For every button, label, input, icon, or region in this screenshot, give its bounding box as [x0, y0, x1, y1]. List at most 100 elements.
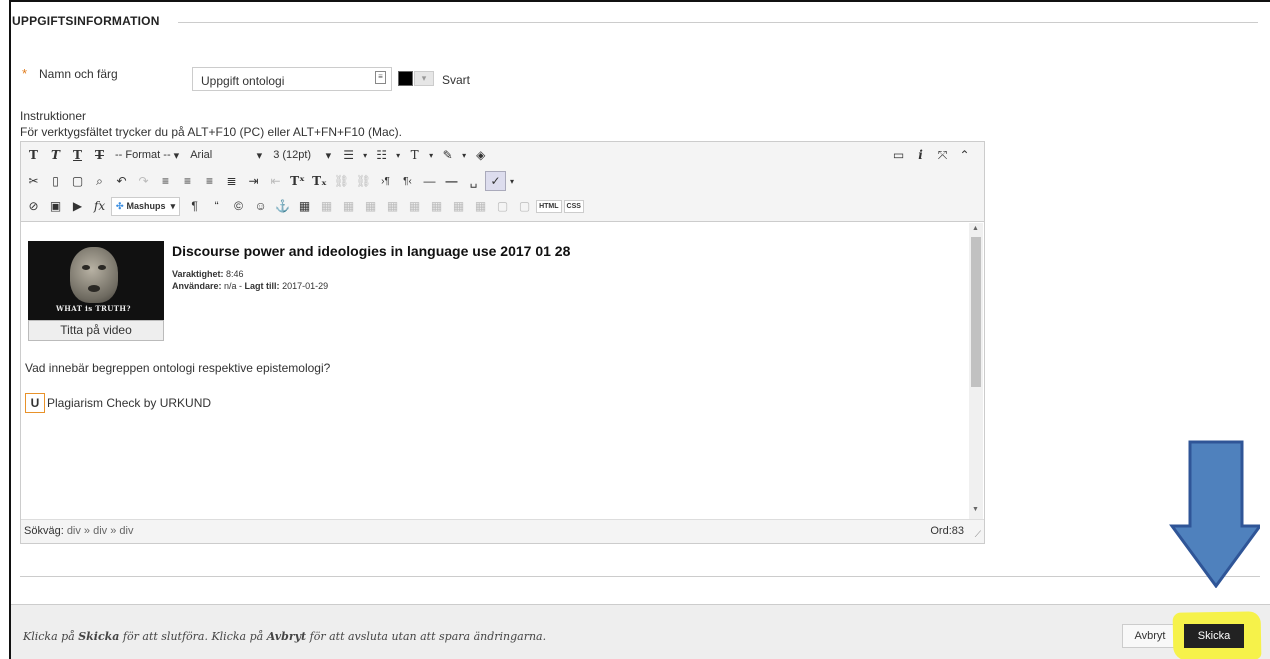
math-icon[interactable]: fx [89, 196, 110, 216]
attach-icon[interactable]: ⊘ [23, 196, 44, 216]
name-input[interactable]: Uppgift ontologi [192, 67, 392, 91]
video-thumbnail[interactable]: WHAT is TRUTH? [28, 241, 164, 320]
table-row-after-icon[interactable]: ▦ [338, 196, 359, 216]
scroll-up-icon[interactable]: ▲ [972, 225, 979, 232]
image-icon[interactable]: ▣ [45, 196, 66, 216]
table-col-after-icon[interactable]: ▦ [404, 196, 425, 216]
cancel-button[interactable]: Avbryt [1122, 624, 1178, 648]
question-text: Vad innebär begreppen ontologi respektiv… [25, 361, 331, 375]
color-dropdown-icon[interactable]: ▾ [414, 71, 434, 86]
rich-text-editor[interactable]: T T T T -- Format -- ▾ Arial ▾ 3 (12pt) ▾ … [20, 141, 985, 544]
rtl-icon[interactable]: ¶‹ [397, 171, 418, 191]
eraser-icon[interactable]: ◈ [470, 145, 491, 165]
video-duration: Varaktighet: 8:46 [172, 269, 244, 279]
info-icon[interactable]: i [910, 145, 931, 165]
text-color-dropdown-icon[interactable]: ▾ [426, 145, 436, 165]
thumbnail-caption: WHAT is TRUTH? [56, 304, 131, 313]
redo-icon[interactable]: ↷ [133, 171, 154, 191]
numbered-list-icon[interactable]: ☷ [371, 145, 392, 165]
word-count: Ord:83 [930, 525, 964, 537]
horizontal-rule-icon[interactable]: — [419, 171, 440, 191]
table-merge-icon[interactable]: ▦ [470, 196, 491, 216]
submit-footer: Klicka på Skicka för att slutföra. Klick… [11, 604, 1270, 659]
font-select[interactable]: Arial ▾ [186, 145, 267, 165]
editor-content[interactable]: WHAT is TRUTH? Titta på video Discourse … [21, 223, 969, 519]
copy-icon[interactable]: ▯ [45, 171, 66, 191]
color-swatch[interactable] [398, 71, 413, 86]
spellcheck-icon[interactable]: ✓ [485, 171, 506, 191]
align-left-icon[interactable]: ≡ [155, 171, 176, 191]
bullet-list-icon[interactable]: ☰ [338, 145, 359, 165]
unlink-icon[interactable]: ⛓ [353, 171, 374, 191]
nonbreaking-space-icon[interactable]: ␣ [463, 171, 484, 191]
italic-icon[interactable]: T [45, 145, 66, 165]
bold-icon[interactable]: T [23, 145, 44, 165]
align-right-icon[interactable]: ≡ [199, 171, 220, 191]
rule-bold-icon[interactable]: — [441, 171, 462, 191]
table-col-before-icon[interactable]: ▦ [382, 196, 403, 216]
collapse-icon[interactable]: ⌃ [954, 145, 975, 165]
subscript-icon[interactable]: Tₓ [309, 171, 330, 191]
toolbar-row-3: ⊘ ▣ ▶ fx ✣ Mashups ▾ ¶ “ © ☺ ⚓ ▦ ▦ ▦ ▦ ▦ … [23, 195, 586, 217]
plagiarism-text: Plagiarism Check by URKUND [47, 396, 212, 410]
submit-button[interactable]: Skicka [1184, 624, 1244, 648]
css-button[interactable]: CSS [563, 199, 584, 213]
table-split-icon[interactable]: ▦ [448, 196, 469, 216]
arrow-shape [1169, 440, 1260, 588]
fullscreen-icon[interactable]: ⤧ [932, 145, 953, 165]
table-delete-col-icon[interactable]: ▦ [426, 196, 447, 216]
anchor-icon[interactable]: ⚓ [272, 196, 293, 216]
find-icon[interactable]: ⌕ [89, 171, 110, 191]
outdent-icon[interactable]: ⇤ [265, 171, 286, 191]
table-icon[interactable]: ▦ [294, 196, 315, 216]
paragraph-icon[interactable]: ¶ [184, 196, 205, 216]
indent-icon[interactable]: ⇥ [243, 171, 264, 191]
ltr-icon[interactable]: ›¶ [375, 171, 396, 191]
section-divider [178, 22, 1258, 23]
copyright-icon[interactable]: © [228, 196, 249, 216]
instructions-label: Instruktioner [20, 109, 87, 123]
quote-icon[interactable]: “ [206, 196, 227, 216]
table-row-before-icon[interactable]: ▦ [316, 196, 337, 216]
preview-icon[interactable]: ▭ [888, 145, 909, 165]
element-path: Sökväg: div » div » div [24, 525, 134, 537]
html-button[interactable]: HTML [536, 199, 562, 213]
undo-icon[interactable]: ↶ [111, 171, 132, 191]
editor-statusbar: Sökväg: div » div » div Ord:83 ⟋ [21, 519, 984, 543]
highlight-pen-icon[interactable]: ✎ [437, 145, 458, 165]
underline-icon[interactable]: T [67, 145, 88, 165]
align-center-icon[interactable]: ≡ [177, 171, 198, 191]
scroll-down-icon[interactable]: ▼ [972, 506, 979, 513]
superscript-icon[interactable]: Tˣ [287, 171, 308, 191]
cut-icon[interactable]: ✂ [23, 171, 44, 191]
scroll-thumb[interactable] [971, 237, 981, 387]
emoticon-icon[interactable]: ☺ [250, 196, 271, 216]
editor-scrollbar[interactable]: ▲ ▼ [969, 223, 983, 519]
numbered-dropdown-icon[interactable]: ▾ [393, 145, 403, 165]
text-color-icon[interactable]: T [404, 145, 425, 165]
name-color-label: Namn och färg [39, 67, 118, 81]
table-row-props-icon[interactable]: ▢ [514, 196, 535, 216]
media-icon[interactable]: ▶ [67, 196, 88, 216]
watch-video-button[interactable]: Titta på video [28, 320, 164, 341]
list-dropdown-icon[interactable]: ▾ [360, 145, 370, 165]
link-icon[interactable]: ⛓ [331, 171, 352, 191]
editor-toolbar: T T T T -- Format -- ▾ Arial ▾ 3 (12pt) ▾ … [21, 142, 984, 222]
align-justify-icon[interactable]: ≣ [221, 171, 242, 191]
down-arrow-annotation [1169, 440, 1260, 588]
urkund-icon: U [25, 393, 45, 413]
toolbar-right: ▭ i ⤧ ⌃ [888, 145, 976, 165]
table-cell-props-icon[interactable]: ▢ [492, 196, 513, 216]
strikethrough-icon[interactable]: T [89, 145, 110, 165]
input-helper-icon[interactable]: ≡ [375, 71, 386, 84]
mashups-dropdown[interactable]: ✣ Mashups ▾ [111, 196, 181, 216]
spellcheck-dropdown-icon[interactable]: ▾ [507, 171, 517, 191]
size-select[interactable]: 3 (12pt) ▾ [269, 145, 336, 165]
resize-grip-icon[interactable]: ⟋ [975, 529, 981, 540]
format-select[interactable]: -- Format -- ▾ [111, 145, 184, 165]
table-delete-row-icon[interactable]: ▦ [360, 196, 381, 216]
stone-face-image [70, 247, 118, 303]
highlight-dropdown-icon[interactable]: ▾ [459, 145, 469, 165]
paste-icon[interactable]: ▢ [67, 171, 88, 191]
required-marker: * [22, 66, 28, 81]
